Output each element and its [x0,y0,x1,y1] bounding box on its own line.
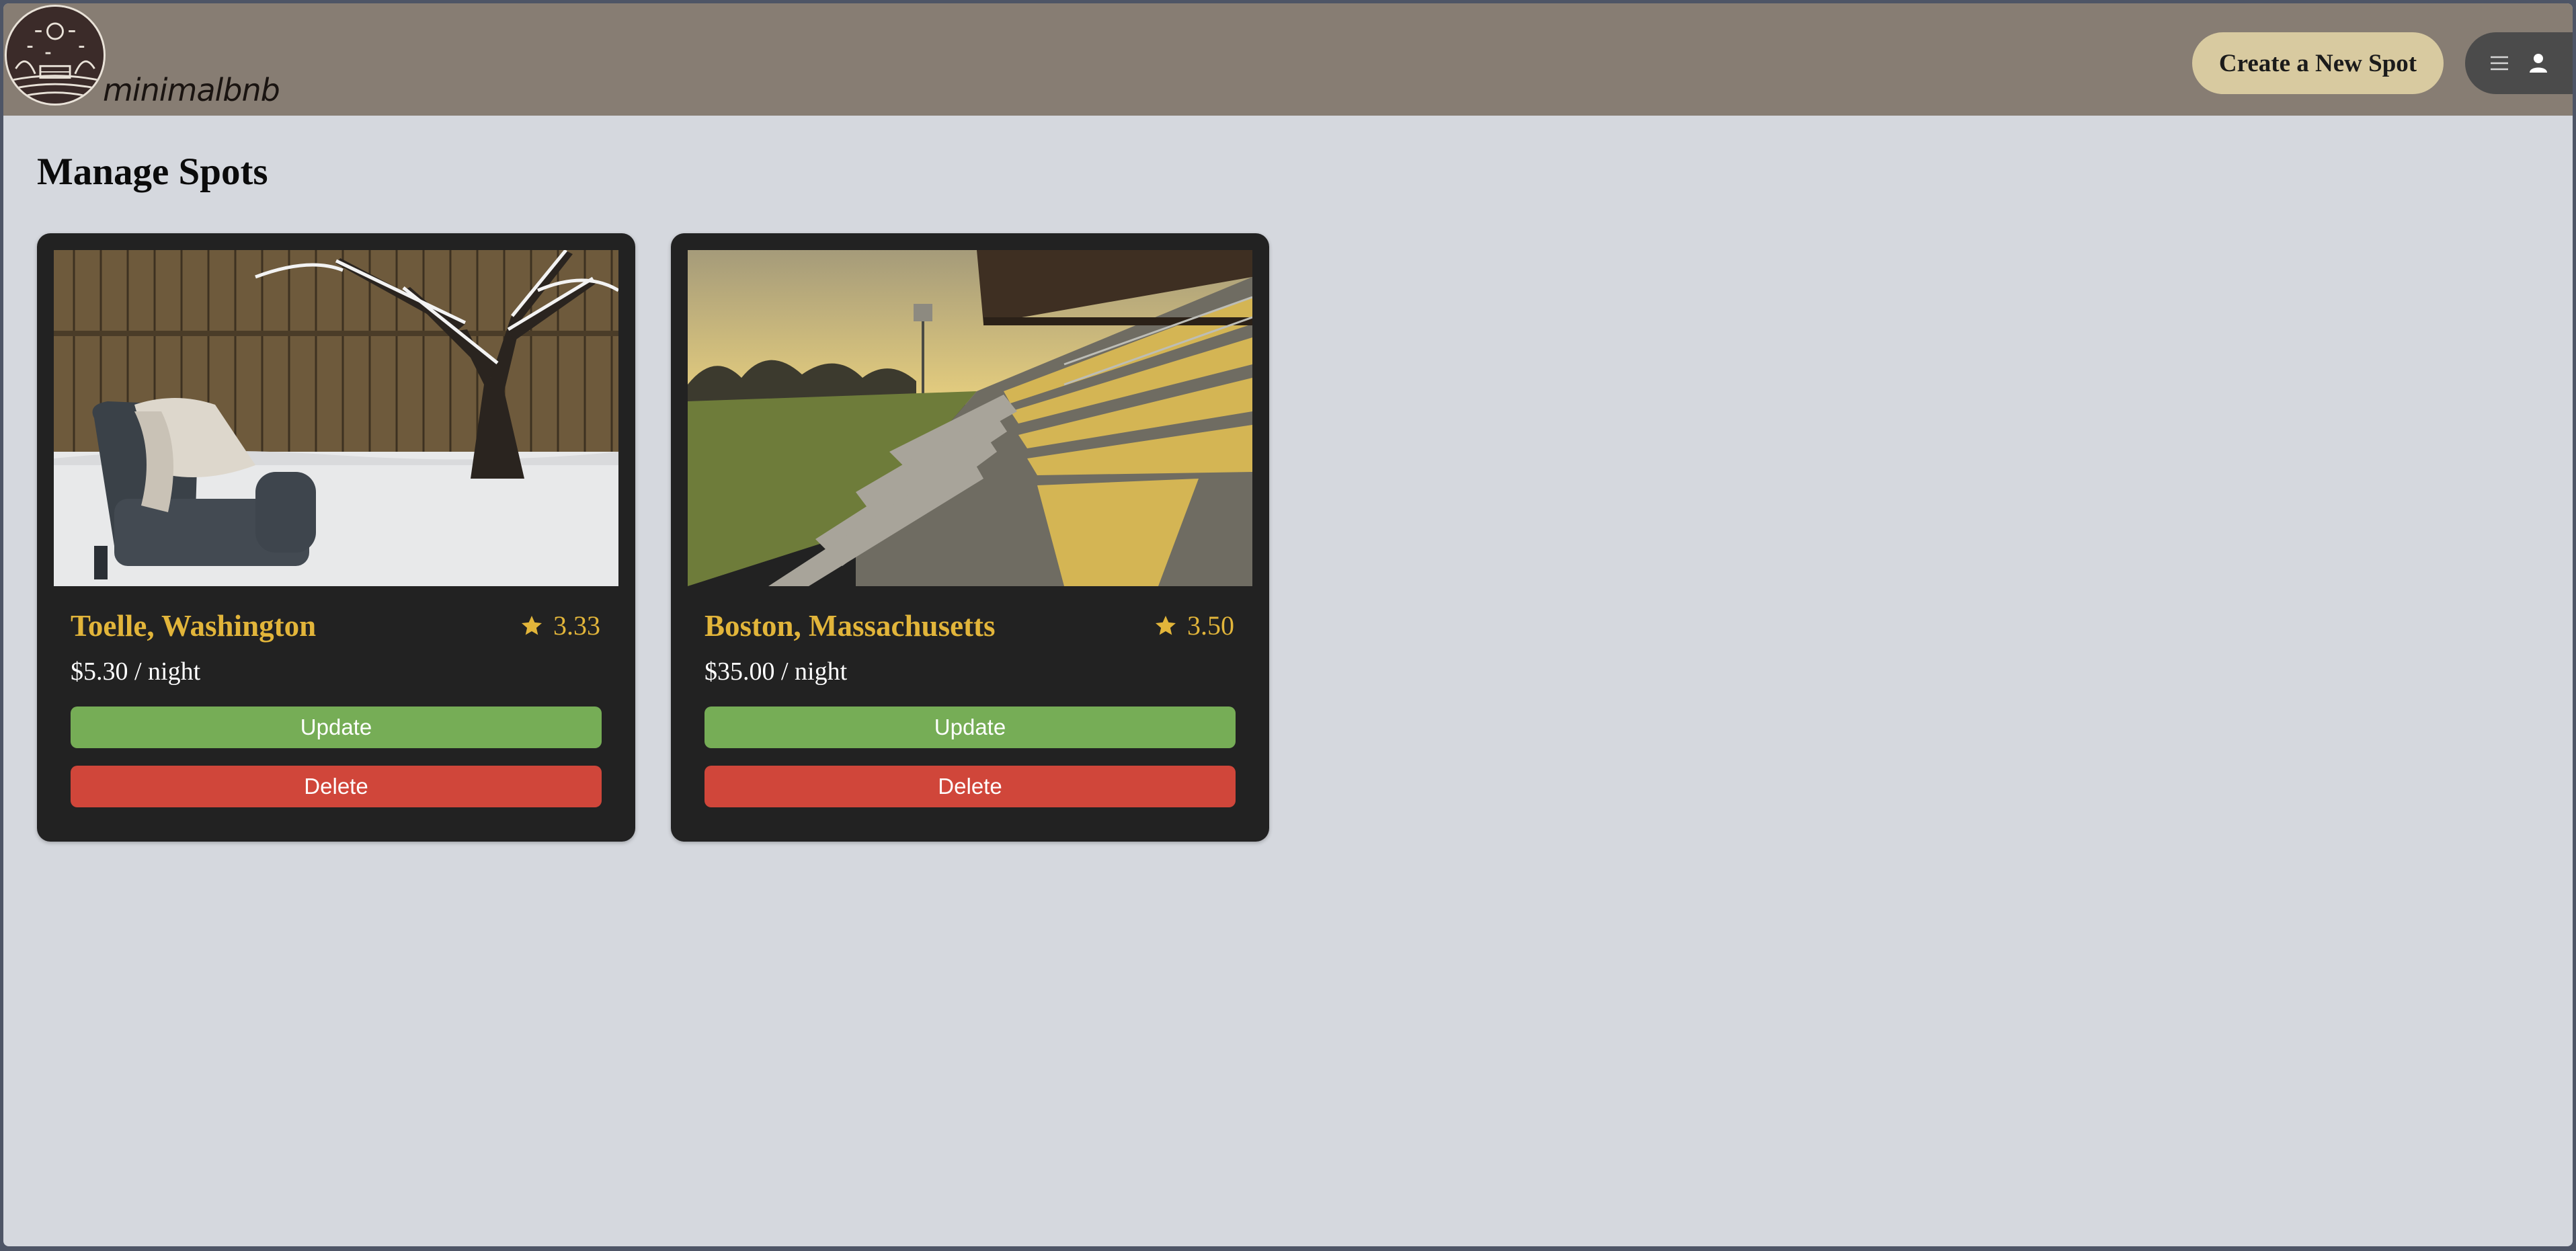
spot-card[interactable]: Toelle, Washington 3.33 $5.30 / night Up… [37,233,635,842]
update-button[interactable]: Update [71,707,602,748]
star-icon [520,614,544,638]
page-title: Manage Spots [37,151,268,193]
create-new-spot-button[interactable]: Create a New Spot [2192,32,2444,94]
hamburger-icon [2488,52,2511,75]
star-icon [1154,614,1178,638]
update-button[interactable]: Update [705,707,1236,748]
spot-card[interactable]: Boston, Massachusetts 3.50 $35.00 / nigh… [671,233,1269,842]
user-icon [2527,52,2550,75]
user-menu-button[interactable] [2465,32,2573,94]
spot-image[interactable] [688,250,1252,586]
rating-value: 3.33 [553,610,600,641]
delete-button[interactable]: Delete [71,766,602,807]
brand-name[interactable]: minimalbnb [103,75,280,106]
top-nav: minimalbnb Create a New Spot [3,3,2573,116]
app-window: minimalbnb Create a New Spot Manage Spot… [3,3,2573,1246]
delete-button[interactable]: Delete [705,766,1236,807]
spot-price: $35.00 / night [705,657,848,686]
spot-rating: 3.50 [1154,612,1234,639]
spot-image[interactable] [54,250,618,586]
logo-icon[interactable] [5,5,106,106]
spot-title[interactable]: Toelle, Washington [71,611,316,641]
spot-price: $5.30 / night [71,657,201,686]
rating-value: 3.50 [1187,610,1234,641]
spot-title[interactable]: Boston, Massachusetts [705,611,996,641]
spot-rating: 3.33 [520,612,600,639]
